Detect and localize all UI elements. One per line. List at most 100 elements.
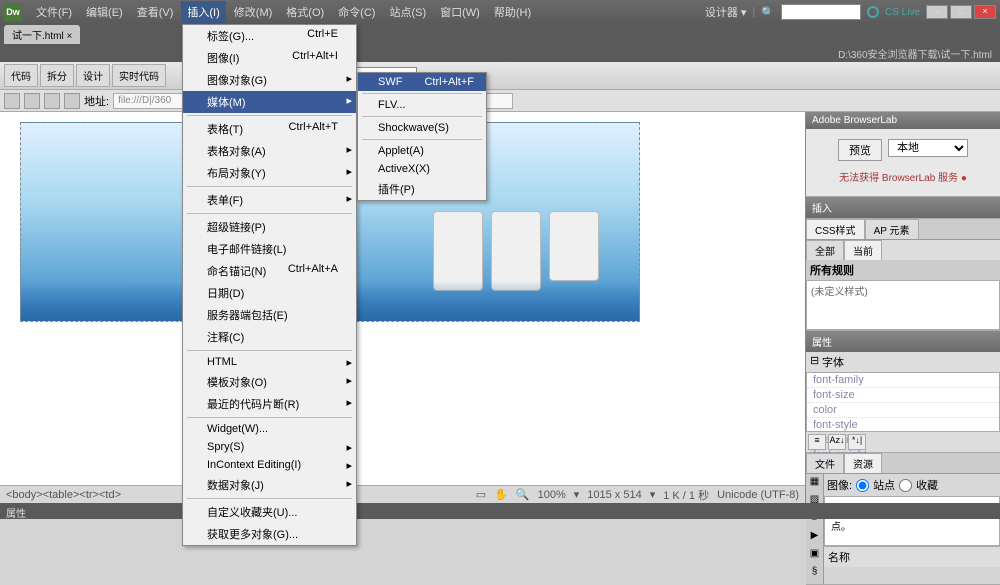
- ap-elements-tab[interactable]: AP 元素: [865, 219, 919, 239]
- css-property[interactable]: font-size: [807, 388, 999, 403]
- properties-panel-header[interactable]: 属性: [806, 331, 1000, 352]
- menu-item[interactable]: 命名锚记(N)Ctrl+Alt+A: [183, 260, 356, 282]
- maximize-button[interactable]: □: [950, 5, 972, 19]
- designer-dropdown[interactable]: 设计器 ▾: [705, 4, 747, 20]
- menu-item[interactable]: 表单(F): [183, 189, 356, 211]
- zoom-level[interactable]: 100%: [538, 489, 566, 501]
- files-tab[interactable]: 文件: [806, 453, 844, 473]
- name-column[interactable]: 名称: [824, 546, 1000, 567]
- menu-h[interactable]: 帮助(H): [488, 1, 537, 23]
- menu-item[interactable]: 标签(G)...Ctrl+E: [183, 25, 356, 47]
- window-dims[interactable]: 1015 x 514: [587, 489, 641, 501]
- product-image: [491, 211, 541, 291]
- menu-item[interactable]: 超级链接(P): [183, 216, 356, 238]
- search-icon[interactable]: 🔍: [761, 6, 775, 19]
- document-tab[interactable]: 试一下.html ×: [4, 25, 80, 44]
- menu-item[interactable]: HTML: [183, 353, 356, 371]
- preview-button[interactable]: 预览: [838, 139, 882, 161]
- css-property[interactable]: color: [807, 403, 999, 418]
- search-input[interactable]: [781, 4, 861, 20]
- address-bar: 地址:: [0, 90, 1000, 112]
- menu-m[interactable]: 修改(M): [228, 1, 279, 23]
- resource-type-icons: ▦ ▨ ⎋ ▶ ▣ §: [806, 474, 824, 584]
- menu-item[interactable]: 日期(D): [183, 282, 356, 304]
- code-view-button[interactable]: 代码: [4, 64, 38, 87]
- menu-item[interactable]: 获取更多对象(G)...: [183, 523, 356, 545]
- menu-item[interactable]: 图像对象(G): [183, 69, 356, 91]
- forward-icon[interactable]: [24, 93, 40, 109]
- properties-bar[interactable]: 属性: [0, 503, 1000, 519]
- prop-tool-icon[interactable]: Az↓: [828, 434, 846, 450]
- tag-selector[interactable]: <body><table><tr><td>: [6, 489, 121, 501]
- zoom-tool-icon[interactable]: 🔍: [516, 488, 530, 501]
- app-logo: Dw: [4, 3, 22, 21]
- site-radio[interactable]: [856, 479, 869, 492]
- select-tool-icon[interactable]: ▭: [476, 488, 486, 501]
- menu-item[interactable]: InContext Editing(I): [183, 456, 356, 474]
- menu-o[interactable]: 格式(O): [280, 1, 330, 23]
- menu-item[interactable]: Widget(W)...: [183, 420, 356, 438]
- browserlab-error: 无法获得 BrowserLab 服务: [810, 169, 996, 184]
- menu-f[interactable]: 文件(F): [30, 1, 78, 23]
- minimize-button[interactable]: ─: [926, 5, 948, 19]
- menu-item[interactable]: 注释(C): [183, 326, 356, 348]
- css-property[interactable]: font-family: [807, 373, 999, 388]
- menu-item[interactable]: 图像(I)Ctrl+Alt+I: [183, 47, 356, 69]
- document-path: D:\360安全浏览器下载\试一下.html: [0, 44, 1000, 62]
- current-scope-button[interactable]: 当前: [844, 240, 882, 260]
- menu-item[interactable]: 媒体(M): [183, 91, 356, 113]
- menu-e[interactable]: 编辑(E): [80, 1, 129, 23]
- close-button[interactable]: ×: [974, 5, 996, 19]
- menu-v[interactable]: 查看(V): [131, 1, 180, 23]
- prop-tool-icon[interactable]: *↓|: [848, 434, 866, 450]
- home-icon[interactable]: [64, 93, 80, 109]
- cslive-link[interactable]: CS Live: [885, 7, 920, 18]
- design-view-button[interactable]: 设计: [76, 64, 110, 87]
- menu-item[interactable]: Spry(S): [183, 438, 356, 456]
- menu-c[interactable]: 命令(C): [332, 1, 381, 23]
- menu-item[interactable]: 表格对象(A): [183, 140, 356, 162]
- insert-panel-header[interactable]: 插入: [806, 197, 1000, 218]
- submenu-item[interactable]: Applet(A): [358, 142, 486, 160]
- submenu-item[interactable]: ActiveX(X): [358, 160, 486, 178]
- menu-w[interactable]: 窗口(W): [434, 1, 486, 23]
- flash-type-icon[interactable]: ▶: [806, 530, 823, 546]
- all-scope-button[interactable]: 全部: [806, 240, 844, 260]
- hand-tool-icon[interactable]: ✋: [494, 488, 508, 501]
- css-property[interactable]: font-style: [807, 418, 999, 433]
- menu-item[interactable]: 数据对象(J): [183, 474, 356, 496]
- menu-s[interactable]: 站点(S): [383, 1, 432, 23]
- resources-tab[interactable]: 资源: [844, 453, 882, 473]
- favorites-radio[interactable]: [899, 479, 912, 492]
- css-styles-tab[interactable]: CSS样式: [806, 219, 865, 239]
- movie-type-icon[interactable]: ▣: [806, 548, 823, 564]
- file-size: 1 K / 1 秒: [663, 487, 709, 503]
- submenu-item[interactable]: 插件(P): [358, 178, 486, 200]
- split-view-button[interactable]: 拆分: [40, 64, 74, 87]
- menu-i[interactable]: 插入(I): [181, 1, 225, 23]
- cslive-icon: [867, 6, 879, 18]
- menu-item[interactable]: 最近的代码片断(R): [183, 393, 356, 415]
- local-select[interactable]: 本地: [888, 139, 968, 157]
- image-type-icon[interactable]: ▦: [806, 476, 823, 492]
- prop-tool-icon[interactable]: ≡: [808, 434, 826, 450]
- script-type-icon[interactable]: §: [806, 566, 823, 582]
- browserlab-panel-header[interactable]: Adobe BrowserLab: [806, 112, 1000, 129]
- live-code-button[interactable]: 实时代码: [112, 64, 166, 87]
- property-list[interactable]: font-familyfont-sizecolorfont-styleline-…: [806, 372, 1000, 432]
- font-section[interactable]: 字体: [822, 354, 844, 370]
- menu-item[interactable]: 服务器端包括(E): [183, 304, 356, 326]
- menu-item[interactable]: 自定义收藏夹(U)...: [183, 501, 356, 523]
- view-toolbar: 代码 拆分 设计 实时代码 标题:: [0, 62, 1000, 90]
- menu-item[interactable]: 电子邮件链接(L): [183, 238, 356, 260]
- menu-item[interactable]: 表格(T)Ctrl+Alt+T: [183, 118, 356, 140]
- menu-item[interactable]: 模板对象(O): [183, 371, 356, 393]
- back-icon[interactable]: [4, 93, 20, 109]
- address-label: 地址:: [84, 93, 109, 109]
- submenu-item[interactable]: SWFCtrl+Alt+F: [358, 73, 486, 91]
- rules-list[interactable]: (未定义样式): [806, 280, 1000, 330]
- menu-item[interactable]: 布局对象(Y): [183, 162, 356, 184]
- submenu-item[interactable]: FLV...: [358, 96, 486, 114]
- refresh-icon[interactable]: [44, 93, 60, 109]
- submenu-item[interactable]: Shockwave(S): [358, 119, 486, 137]
